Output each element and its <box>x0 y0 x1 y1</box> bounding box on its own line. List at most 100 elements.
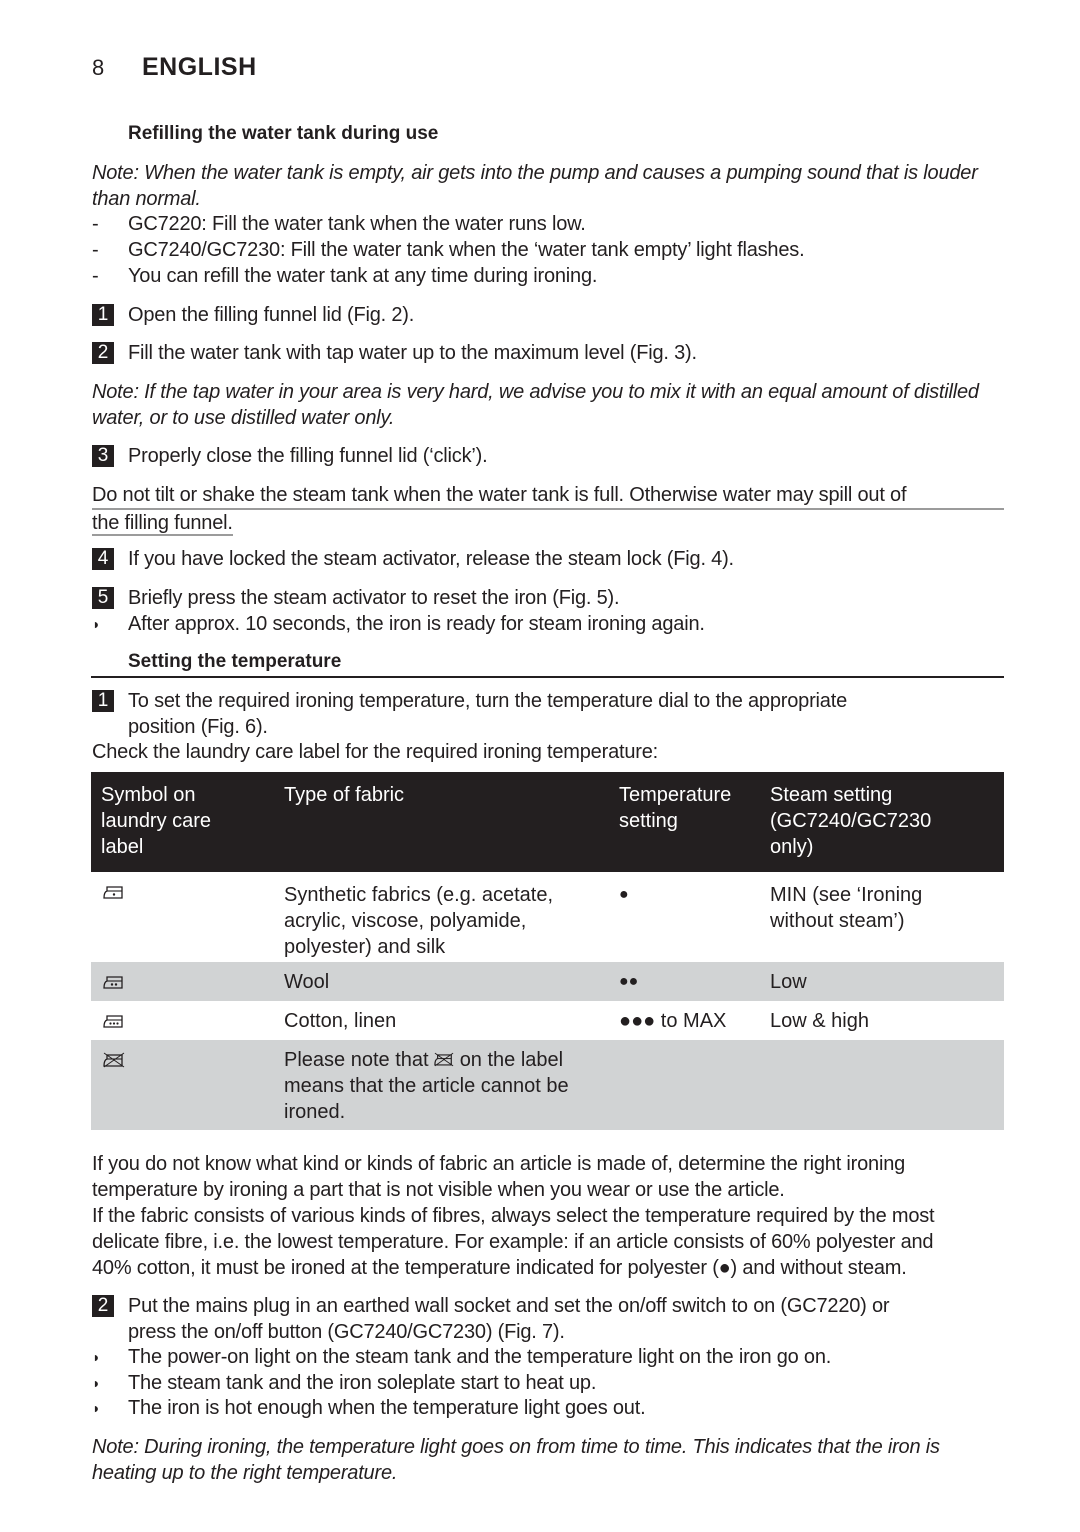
paragraph-line: 40% cotton, it must be ironed at the tem… <box>92 1257 907 1279</box>
paragraph-line: If you do not know what kind or kinds of… <box>92 1153 906 1175</box>
result-arrow-icon: ◗ <box>92 616 101 632</box>
temperature-cell: ●● <box>619 973 639 990</box>
header-text: Temperature <box>619 784 732 806</box>
tilt-warning: Do not tilt or shake the steam tank when… <box>92 482 1004 536</box>
tilt-warning-line-2: the filling funnel. <box>92 512 233 536</box>
language-heading: ENGLISH <box>142 53 257 81</box>
cell-text: polyester) and silk <box>284 936 446 958</box>
list-item: - GC7220: Fill the water tank when the wa… <box>92 211 1012 237</box>
cell-text: without steam’) <box>770 910 905 932</box>
dash-marker: - <box>92 239 99 261</box>
header-steam: Steam setting (GC7240/GC7230 only) <box>770 782 1000 860</box>
step-number-badge: 5 <box>92 587 114 609</box>
step-5-result: After approx. 10 seconds, the iron is re… <box>128 613 705 635</box>
temperature-cell: ● <box>619 886 629 903</box>
pump-note-line-2: than normal. <box>92 188 201 210</box>
header-temperature: Temperature setting <box>619 782 769 834</box>
step-number-badge: 2 <box>92 342 114 364</box>
result-arrow-icon: ◗ <box>92 1349 101 1365</box>
result-arrow-icon: ◗ <box>92 1375 101 1391</box>
step-5-text: Briefly press the steam activator to res… <box>128 587 620 609</box>
step-4-text: If you have locked the steam activator, … <box>128 548 734 570</box>
list-item: - You can refill the water tank at any ti… <box>92 263 1012 289</box>
fabric-cell: Please note that on the label means that… <box>284 1047 604 1125</box>
step-3-text: Properly close the filling funnel lid (‘… <box>128 445 488 467</box>
cell-text: Please note that <box>284 1049 429 1071</box>
tilt-warning-line-1: Do not tilt or shake the steam tank when… <box>92 482 1004 510</box>
header-text: only) <box>770 836 814 858</box>
step-number-badge: 1 <box>92 690 114 712</box>
header-text: laundry care <box>101 810 212 832</box>
step-number-badge: 3 <box>92 445 114 467</box>
result-text: The power-on light on the steam tank and… <box>128 1346 832 1368</box>
section-title-refilling: Refilling the water tank during use <box>128 123 439 144</box>
hard-water-note-line-2: water, or to use distilled water only. <box>92 407 395 429</box>
iron-three-dots-icon <box>103 1015 123 1028</box>
table-row: Cotton, linen ●●● to MAX Low & high <box>91 1001 1004 1040</box>
fabric-cell: Cotton, linen <box>284 1010 397 1032</box>
steam-cell: Low <box>770 971 807 993</box>
cell-text: Synthetic fabrics (e.g. acetate, <box>284 884 554 906</box>
note-line: Note: During ironing, the temperature li… <box>92 1436 940 1458</box>
ironing-temperature-table: Symbol on laundry care label Type of fab… <box>91 772 1004 1130</box>
header-text: Symbol on <box>101 784 196 806</box>
step-number-badge: 2 <box>92 1295 114 1317</box>
do-not-iron-icon <box>103 1052 125 1068</box>
temp-step-1-text: To set the required ironing temperature,… <box>128 688 1008 740</box>
temperature-cell: ●●● to MAX <box>619 1010 727 1032</box>
cell-text: Please note that on the label <box>284 1047 604 1073</box>
cell-text: acrylic, viscose, polyamide, <box>284 910 527 932</box>
steam-cell: Low & high <box>770 1010 869 1032</box>
iron-two-dots-icon <box>103 976 123 989</box>
step-number-badge: 4 <box>92 548 114 570</box>
result-text: The iron is hot enough when the temperat… <box>128 1397 646 1419</box>
bullet-text: GC7220: Fill the water tank when the wat… <box>128 213 586 235</box>
model-bullet-list: - GC7220: Fill the water tank when the wa… <box>92 211 1012 289</box>
list-item: - GC7240/GC7230: Fill the water tank when… <box>92 237 1012 263</box>
step-1-text: Open the filling funnel lid (Fig. 2). <box>128 304 415 326</box>
hard-water-note: Note: If the tap water in your area is v… <box>92 379 1012 431</box>
table-row: Wool ●● Low <box>91 962 1004 1001</box>
header-text: (GC7240/GC7230 <box>770 810 932 832</box>
header-text: label <box>101 836 144 858</box>
header-text: setting <box>619 810 678 832</box>
paragraph-line: If the fabric consists of various kinds … <box>92 1205 935 1227</box>
fabric-cell: Synthetic fabrics (e.g. acetate, acrylic… <box>284 882 604 960</box>
step-number-badge: 1 <box>92 304 114 326</box>
result-arrow-icon: ◗ <box>92 1400 101 1416</box>
bullet-text: You can refill the water tank at any tim… <box>128 265 598 287</box>
steam-cell: MIN (see ‘Ironing without steam’) <box>770 882 1000 934</box>
table-row: Please note that on the label means that… <box>91 1040 1004 1130</box>
cell-text: means that the article cannot be <box>284 1075 569 1097</box>
cell-text: ironed. <box>284 1101 346 1123</box>
header-text: Type of fabric <box>284 784 405 806</box>
pump-note-line-1: Note: When the water tank is empty, air … <box>92 162 978 184</box>
cell-text: on the label <box>459 1049 564 1071</box>
do-not-iron-icon <box>434 1052 454 1067</box>
table-header-row: Symbol on laundry care label Type of fab… <box>91 772 1004 872</box>
bullet-text: GC7240/GC7230: Fill the water tank when … <box>128 239 805 261</box>
table-row: Synthetic fabrics (e.g. acetate, acrylic… <box>91 872 1004 962</box>
page-number: 8 <box>92 55 105 80</box>
result-text: The steam tank and the iron soleplate st… <box>128 1372 597 1394</box>
paragraph-line: temperature by ironing a part that is no… <box>92 1179 785 1201</box>
temp-step-2-line-1: Put the mains plug in an earthed wall so… <box>128 1295 890 1317</box>
temp-step-1-line-2: position (Fig. 6). <box>128 716 268 738</box>
step-2-text: Fill the water tank with tap water up to… <box>128 342 697 364</box>
iron-one-dot-icon <box>103 886 123 899</box>
dash-marker: - <box>92 265 99 287</box>
fabric-cell: Wool <box>284 971 330 993</box>
pump-note: Note: When the water tank is empty, air … <box>92 160 1012 212</box>
paragraph-line: delicate fibre, i.e. the lowest temperat… <box>92 1231 934 1253</box>
header-fabric: Type of fabric <box>284 782 604 808</box>
section-divider <box>91 676 1004 678</box>
temp-step-1-line-1: To set the required ironing temperature,… <box>128 690 847 712</box>
header-text: Steam setting <box>770 784 893 806</box>
temp-step-2-text: Put the mains plug in an earthed wall so… <box>128 1293 1008 1345</box>
note-line: heating up to the right temperature. <box>92 1462 398 1484</box>
section-title-temperature: Setting the temperature <box>128 651 342 672</box>
temperature-light-note: Note: During ironing, the temperature li… <box>92 1434 1012 1486</box>
dash-marker: - <box>92 213 99 235</box>
header-symbol: Symbol on laundry care label <box>101 782 271 860</box>
care-label-instruction: Check the laundry care label for the req… <box>92 741 659 763</box>
